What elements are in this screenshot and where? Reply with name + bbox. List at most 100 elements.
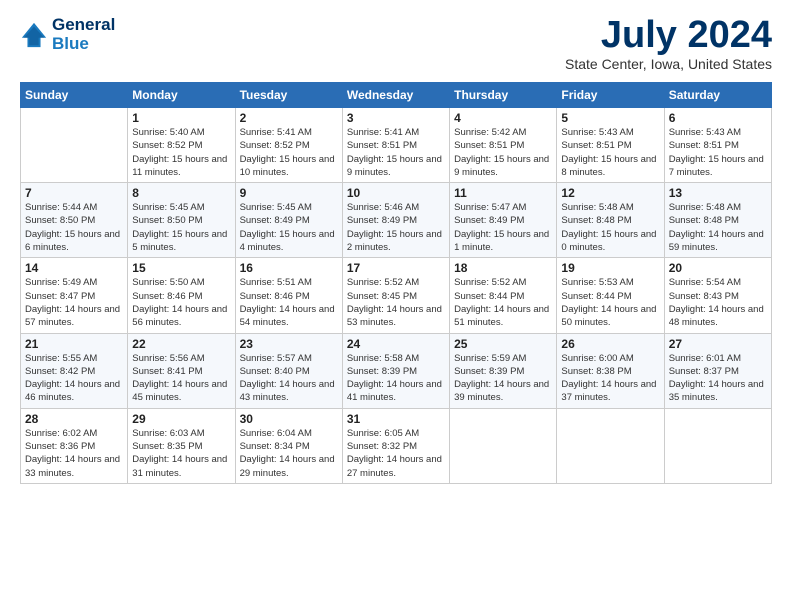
- calendar-cell: 4 Sunrise: 5:42 AM Sunset: 8:51 PM Dayli…: [450, 108, 557, 183]
- sunrise: Sunrise: 5:49 AM: [25, 277, 97, 288]
- calendar-cell: 12 Sunrise: 5:48 AM Sunset: 8:48 PM Dayl…: [557, 183, 664, 258]
- sunrise: Sunrise: 6:04 AM: [240, 428, 312, 439]
- sunset: Sunset: 8:40 PM: [240, 366, 310, 377]
- daylight: Daylight: 15 hours and 9 minutes.: [454, 154, 549, 178]
- col-wednesday: Wednesday: [342, 83, 449, 108]
- sunrise: Sunrise: 5:59 AM: [454, 353, 526, 364]
- calendar: Sunday Monday Tuesday Wednesday Thursday…: [20, 82, 772, 484]
- day-number: 31: [347, 412, 445, 426]
- calendar-week-2: 14 Sunrise: 5:49 AM Sunset: 8:47 PM Dayl…: [21, 258, 772, 333]
- sunrise: Sunrise: 5:51 AM: [240, 277, 312, 288]
- day-number: 18: [454, 261, 552, 275]
- daylight: Daylight: 15 hours and 0 minutes.: [561, 229, 656, 253]
- day-number: 4: [454, 111, 552, 125]
- calendar-cell: 30 Sunrise: 6:04 AM Sunset: 8:34 PM Dayl…: [235, 408, 342, 483]
- calendar-cell: [21, 108, 128, 183]
- calendar-cell: 24 Sunrise: 5:58 AM Sunset: 8:39 PM Dayl…: [342, 333, 449, 408]
- day-number: 16: [240, 261, 338, 275]
- day-number: 5: [561, 111, 659, 125]
- day-number: 11: [454, 186, 552, 200]
- day-info: Sunrise: 5:41 AM Sunset: 8:51 PM Dayligh…: [347, 126, 445, 179]
- daylight: Daylight: 14 hours and 48 minutes.: [669, 304, 764, 328]
- sunset: Sunset: 8:49 PM: [347, 215, 417, 226]
- day-info: Sunrise: 5:44 AM Sunset: 8:50 PM Dayligh…: [25, 201, 123, 254]
- day-number: 24: [347, 337, 445, 351]
- daylight: Daylight: 15 hours and 7 minutes.: [669, 154, 764, 178]
- daylight: Daylight: 14 hours and 45 minutes.: [132, 379, 227, 403]
- day-info: Sunrise: 5:46 AM Sunset: 8:49 PM Dayligh…: [347, 201, 445, 254]
- sunset: Sunset: 8:48 PM: [669, 215, 739, 226]
- sunrise: Sunrise: 5:58 AM: [347, 353, 419, 364]
- sunset: Sunset: 8:32 PM: [347, 441, 417, 452]
- day-number: 19: [561, 261, 659, 275]
- sunset: Sunset: 8:48 PM: [561, 215, 631, 226]
- day-info: Sunrise: 5:43 AM Sunset: 8:51 PM Dayligh…: [561, 126, 659, 179]
- day-info: Sunrise: 6:01 AM Sunset: 8:37 PM Dayligh…: [669, 352, 767, 405]
- day-info: Sunrise: 6:05 AM Sunset: 8:32 PM Dayligh…: [347, 427, 445, 480]
- calendar-cell: [557, 408, 664, 483]
- day-number: 23: [240, 337, 338, 351]
- title-block: July 2024 State Center, Iowa, United Sta…: [565, 16, 772, 72]
- calendar-week-0: 1 Sunrise: 5:40 AM Sunset: 8:52 PM Dayli…: [21, 108, 772, 183]
- day-number: 28: [25, 412, 123, 426]
- daylight: Daylight: 14 hours and 56 minutes.: [132, 304, 227, 328]
- day-info: Sunrise: 5:49 AM Sunset: 8:47 PM Dayligh…: [25, 276, 123, 329]
- day-info: Sunrise: 6:00 AM Sunset: 8:38 PM Dayligh…: [561, 352, 659, 405]
- sunrise: Sunrise: 5:41 AM: [347, 127, 419, 138]
- sunrise: Sunrise: 5:43 AM: [669, 127, 741, 138]
- calendar-cell: 28 Sunrise: 6:02 AM Sunset: 8:36 PM Dayl…: [21, 408, 128, 483]
- day-info: Sunrise: 5:50 AM Sunset: 8:46 PM Dayligh…: [132, 276, 230, 329]
- day-number: 20: [669, 261, 767, 275]
- sunset: Sunset: 8:52 PM: [132, 140, 202, 151]
- day-info: Sunrise: 5:51 AM Sunset: 8:46 PM Dayligh…: [240, 276, 338, 329]
- sunrise: Sunrise: 5:48 AM: [561, 202, 633, 213]
- sunrise: Sunrise: 6:02 AM: [25, 428, 97, 439]
- daylight: Daylight: 14 hours and 39 minutes.: [454, 379, 549, 403]
- sunrise: Sunrise: 5:52 AM: [347, 277, 419, 288]
- daylight: Daylight: 14 hours and 27 minutes.: [347, 454, 442, 478]
- calendar-cell: 5 Sunrise: 5:43 AM Sunset: 8:51 PM Dayli…: [557, 108, 664, 183]
- sunset: Sunset: 8:34 PM: [240, 441, 310, 452]
- sunset: Sunset: 8:43 PM: [669, 291, 739, 302]
- col-sunday: Sunday: [21, 83, 128, 108]
- sunrise: Sunrise: 5:53 AM: [561, 277, 633, 288]
- daylight: Daylight: 15 hours and 11 minutes.: [132, 154, 227, 178]
- sunset: Sunset: 8:41 PM: [132, 366, 202, 377]
- sunrise: Sunrise: 5:41 AM: [240, 127, 312, 138]
- daylight: Daylight: 15 hours and 2 minutes.: [347, 229, 442, 253]
- day-info: Sunrise: 5:45 AM Sunset: 8:50 PM Dayligh…: [132, 201, 230, 254]
- sunset: Sunset: 8:39 PM: [347, 366, 417, 377]
- day-number: 30: [240, 412, 338, 426]
- day-number: 12: [561, 186, 659, 200]
- col-thursday: Thursday: [450, 83, 557, 108]
- day-number: 2: [240, 111, 338, 125]
- day-info: Sunrise: 5:43 AM Sunset: 8:51 PM Dayligh…: [669, 126, 767, 179]
- calendar-cell: 31 Sunrise: 6:05 AM Sunset: 8:32 PM Dayl…: [342, 408, 449, 483]
- sunset: Sunset: 8:35 PM: [132, 441, 202, 452]
- sunset: Sunset: 8:51 PM: [669, 140, 739, 151]
- header: General Blue July 2024 State Center, Iow…: [20, 16, 772, 72]
- sunset: Sunset: 8:50 PM: [25, 215, 95, 226]
- day-number: 9: [240, 186, 338, 200]
- daylight: Daylight: 14 hours and 43 minutes.: [240, 379, 335, 403]
- daylight: Daylight: 14 hours and 41 minutes.: [347, 379, 442, 403]
- sunset: Sunset: 8:52 PM: [240, 140, 310, 151]
- sunset: Sunset: 8:47 PM: [25, 291, 95, 302]
- day-number: 8: [132, 186, 230, 200]
- sunrise: Sunrise: 5:42 AM: [454, 127, 526, 138]
- day-info: Sunrise: 6:04 AM Sunset: 8:34 PM Dayligh…: [240, 427, 338, 480]
- calendar-cell: 8 Sunrise: 5:45 AM Sunset: 8:50 PM Dayli…: [128, 183, 235, 258]
- calendar-cell: 18 Sunrise: 5:52 AM Sunset: 8:44 PM Dayl…: [450, 258, 557, 333]
- calendar-cell: 25 Sunrise: 5:59 AM Sunset: 8:39 PM Dayl…: [450, 333, 557, 408]
- day-number: 7: [25, 186, 123, 200]
- sunrise: Sunrise: 5:55 AM: [25, 353, 97, 364]
- daylight: Daylight: 14 hours and 57 minutes.: [25, 304, 120, 328]
- sunset: Sunset: 8:51 PM: [347, 140, 417, 151]
- sunrise: Sunrise: 5:45 AM: [132, 202, 204, 213]
- daylight: Daylight: 15 hours and 10 minutes.: [240, 154, 335, 178]
- daylight: Daylight: 14 hours and 33 minutes.: [25, 454, 120, 478]
- day-info: Sunrise: 5:59 AM Sunset: 8:39 PM Dayligh…: [454, 352, 552, 405]
- sunrise: Sunrise: 5:45 AM: [240, 202, 312, 213]
- calendar-cell: 27 Sunrise: 6:01 AM Sunset: 8:37 PM Dayl…: [664, 333, 771, 408]
- calendar-cell: 13 Sunrise: 5:48 AM Sunset: 8:48 PM Dayl…: [664, 183, 771, 258]
